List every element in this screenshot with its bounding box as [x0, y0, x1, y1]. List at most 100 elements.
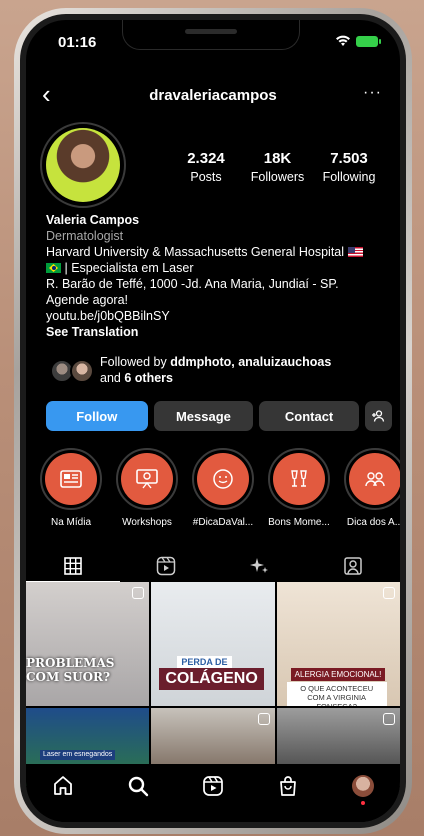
post-caption-small: ALERGIA EMOCIONAL!	[290, 668, 386, 681]
nav-reels[interactable]	[195, 772, 231, 800]
profile-avatar	[46, 128, 120, 202]
highlight-cover	[197, 453, 249, 505]
mutual-avatar	[70, 359, 94, 383]
profile-header: ‹ dravaleriacampos ···	[26, 81, 400, 110]
followed-by-others: 6 others	[124, 371, 173, 385]
highlight-workshops[interactable]: Workshops	[116, 448, 178, 528]
message-button[interactable]: Message	[153, 401, 254, 431]
followed-by-avatars	[46, 355, 98, 385]
tagged-icon	[344, 557, 362, 575]
status-bar: 01:16	[48, 32, 381, 52]
highlight-label: #DicaDaVal...	[192, 517, 254, 528]
phone-bezel: 01:16 ‹ dravaleriacampos ··· 2.324 Posts…	[20, 14, 406, 828]
profile-bio: Valeria Campos Dermatologist Harvard Uni…	[46, 212, 390, 340]
presentation-icon	[136, 469, 158, 489]
highlight-ring	[344, 448, 400, 510]
profile-username: dravaleriacampos	[149, 87, 277, 104]
stat-posts-label: Posts	[190, 170, 222, 184]
stat-following[interactable]: 7.503 Following	[314, 150, 384, 184]
nav-home[interactable]	[45, 772, 81, 800]
highlight-dica-dos-a[interactable]: Dica dos A...	[344, 448, 400, 528]
highlight-ring	[268, 448, 330, 510]
nav-search[interactable]	[120, 772, 156, 800]
newspaper-icon	[60, 470, 82, 488]
add-user-icon	[372, 410, 385, 422]
tab-tagged[interactable]	[307, 550, 401, 582]
highlight-ring	[116, 448, 178, 510]
reel-icon	[383, 713, 395, 725]
followed-by-text: Followed by ddmphoto, analuizauchoas and…	[100, 354, 331, 386]
followed-by[interactable]: Followed by ddmphoto, analuizauchoas and…	[46, 352, 390, 386]
post-caption-small: PERDA DE	[177, 656, 232, 668]
followed-by-prefix: Followed by	[100, 355, 171, 369]
us-flag-icon	[347, 247, 363, 257]
post-thumbnail[interactable]: ALERGIA EMOCIONAL! O QUE ACONTECEU COM A…	[276, 582, 400, 706]
highlight-ring	[192, 448, 254, 510]
stat-followers[interactable]: 18K Followers	[243, 150, 313, 184]
highlight-label: Workshops	[122, 517, 172, 528]
status-time: 01:16	[58, 34, 97, 51]
stat-posts[interactable]: 2.324 Posts	[171, 150, 241, 184]
post-caption-small: Laser em esnegandos	[40, 750, 116, 760]
face-icon	[213, 469, 233, 489]
tab-grid[interactable]	[26, 550, 120, 582]
group-icon	[365, 472, 385, 487]
followed-by-and: and	[100, 371, 125, 385]
stat-followers-label: Followers	[250, 170, 305, 184]
more-options-icon[interactable]: ···	[363, 84, 382, 102]
toast-icon	[291, 470, 307, 487]
tab-reels[interactable]	[120, 550, 214, 582]
highlight-ring	[40, 448, 102, 510]
bio-line-2: | Especialista em Laser	[46, 260, 390, 276]
post-caption-big: COLÁGENO	[159, 668, 264, 690]
bio-name: Valeria Campos	[46, 213, 140, 227]
post-thumbnail[interactable]: PROBLEMAS COM SUOR?	[26, 582, 150, 706]
reels-icon	[157, 556, 176, 576]
status-icons	[335, 35, 381, 47]
bio-line-1: Harvard University & Massachusetts Gener…	[46, 244, 390, 260]
stat-following-count: 7.503	[330, 150, 368, 167]
tab-effects[interactable]	[213, 550, 307, 582]
bio-address: R. Barão de Teffé, 1000 -Jd. Ana Maria, …	[46, 277, 339, 291]
highlight-label: Dica dos A...	[346, 517, 400, 528]
highlight-cover	[273, 453, 325, 505]
profile-actions: Follow Message Contact	[46, 401, 392, 431]
suggested-users-button[interactable]	[364, 401, 392, 431]
bio-cta: Agende agora!	[46, 293, 129, 307]
post-thumbnail[interactable]: PERDA DE COLÁGENO	[151, 582, 275, 706]
posts-grid: PROBLEMAS COM SUOR? PERDA DE COLÁGENO AL…	[26, 582, 400, 786]
see-translation-link[interactable]: See Translation	[46, 324, 390, 340]
brazil-flag-icon	[46, 263, 61, 273]
battery-icon	[356, 35, 381, 47]
profile-tabs	[26, 550, 400, 582]
screen: 01:16 ‹ dravaleriacampos ··· 2.324 Posts…	[26, 20, 400, 822]
highlight-cover	[349, 453, 400, 505]
highlight-cover	[121, 453, 173, 505]
nav-shop[interactable]	[270, 772, 306, 800]
stat-following-label: Following	[322, 170, 376, 184]
nav-profile[interactable]	[345, 772, 381, 805]
highlight-bons-momentos[interactable]: Bons Mome...	[268, 448, 330, 528]
highlight-label: Na Mídia	[50, 517, 91, 528]
stat-posts-count: 2.324	[187, 150, 225, 167]
contact-button[interactable]: Contact	[259, 401, 359, 431]
highlight-na-midia[interactable]: Na Mídia	[40, 448, 102, 528]
wifi-icon	[336, 35, 350, 46]
reel-icon	[383, 587, 395, 599]
highlight-cover	[45, 453, 97, 505]
bio-line-1-text: Harvard University & Massachusetts Gener…	[46, 245, 345, 259]
profile-avatar-icon	[351, 775, 374, 805]
reel-icon	[257, 713, 270, 725]
profile-avatar-ring[interactable]	[40, 122, 126, 208]
highlight-dicadaval[interactable]: #DicaDaVal...	[192, 448, 254, 528]
bio-link[interactable]: youtu.be/j0bQBBilnSY	[46, 308, 390, 324]
followed-by-names: ddmphoto, analuizauchoas	[170, 355, 332, 369]
search-icon	[128, 776, 149, 797]
post-caption-big: O QUE ACONTECEU COM A VIRGINIA FONSECA?	[286, 682, 387, 706]
bottom-nav	[26, 764, 400, 822]
follow-button[interactable]: Follow	[46, 401, 148, 431]
bio-line-2-text: | Especialista em Laser	[64, 261, 194, 275]
sparkle-icon	[249, 558, 268, 573]
phone-frame: 01:16 ‹ dravaleriacampos ··· 2.324 Posts…	[14, 8, 412, 834]
grid-icon	[63, 556, 82, 575]
